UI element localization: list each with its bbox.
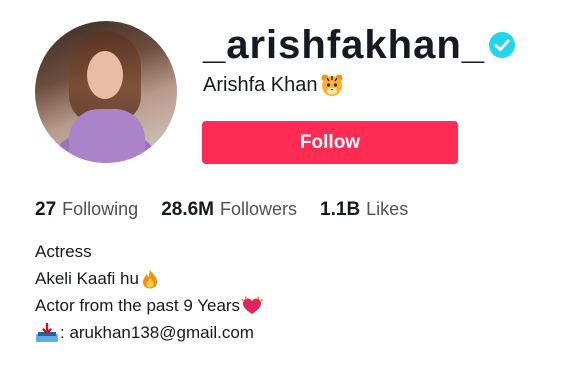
- heart-on-fire-icon: [241, 295, 264, 314]
- follow-button[interactable]: Follow: [202, 121, 458, 164]
- avatar-dress: [69, 109, 145, 163]
- inbox-tray-icon: [36, 322, 58, 342]
- likes-count: 1.1B: [320, 199, 361, 220]
- bio-line: : arukhan138@gmail.com: [35, 319, 263, 346]
- profile-avatar[interactable]: [35, 21, 177, 163]
- bio-line: Actor from the past 9 Years: [35, 292, 264, 319]
- username: _arishfakhan_: [203, 23, 486, 67]
- avatar-face: [87, 51, 123, 99]
- bio-line: Akeli Kaafi hu: [35, 265, 263, 292]
- bio-line: Actress: [35, 238, 263, 265]
- fire-icon: [142, 269, 157, 288]
- likes-label: Likes: [366, 199, 409, 219]
- bio-text: Actor from the past 9 Years: [35, 296, 241, 315]
- profile-bio: Actress Akeli Kaafi hu Actor from the pa…: [35, 238, 264, 346]
- followers-count: 28.6M: [161, 199, 214, 220]
- verified-badge-icon: [489, 32, 515, 58]
- bio-text: Akeli Kaafi hu: [35, 269, 139, 288]
- bio-text: Actress: [35, 242, 92, 261]
- following-count: 27: [35, 199, 57, 220]
- following-stat[interactable]: 27 Following: [35, 199, 138, 221]
- display-name: Arishfa Khan: [203, 73, 344, 97]
- followers-label: Followers: [220, 199, 298, 219]
- tiger-face-icon: [321, 74, 343, 96]
- display-name-text: Arishfa Khan: [203, 74, 318, 96]
- followers-stat[interactable]: 28.6M Followers: [161, 199, 297, 221]
- likes-stat: 1.1B Likes: [320, 199, 408, 221]
- bio-email: : arukhan138@gmail.com: [60, 323, 254, 342]
- profile-stats: 27 Following 28.6M Followers 1.1B Likes: [35, 199, 431, 221]
- following-label: Following: [62, 199, 139, 219]
